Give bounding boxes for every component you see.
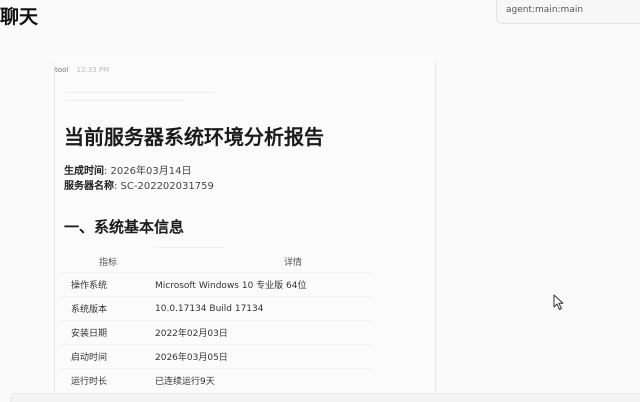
table-row: 操作系统 Microsoft Windows 10 专业版 64位 bbox=[61, 272, 371, 297]
message-card: tool 12:33 PM 当前服务器系统环境分析报告 生成时间: 2026年0… bbox=[54, 62, 436, 392]
table-row: 启动时间 2026年03月05日 bbox=[61, 344, 371, 369]
page-title: 聊天 bbox=[0, 6, 39, 28]
row-value: 2022年02月03日 bbox=[155, 329, 228, 339]
row-label: 系统版本 bbox=[71, 305, 108, 315]
table-row: 安装日期 2022年02月03日 bbox=[61, 320, 371, 345]
row-value: 已连续运行9天 bbox=[155, 377, 215, 387]
message-time: 12:33 PM bbox=[76, 66, 110, 74]
system-info-table: 指标 详情 操作系统 Microsoft Windows 10 专业版 64位 … bbox=[61, 250, 371, 392]
server-name-label: 服务器名称 bbox=[64, 181, 114, 192]
column-header-metric: 指标 bbox=[98, 257, 117, 268]
chat-input-bar[interactable] bbox=[10, 393, 640, 402]
report-title: 当前服务器系统环境分析报告 bbox=[64, 125, 324, 149]
mouse-cursor-icon bbox=[553, 294, 564, 310]
row-label: 安装日期 bbox=[71, 329, 108, 339]
table-row: 运行时长 已连续运行9天 bbox=[61, 368, 371, 393]
divider bbox=[65, 100, 185, 101]
server-name-value: : SC-202202031759 bbox=[114, 181, 214, 192]
generated-time: 生成时间: 2026年03月14日 bbox=[64, 162, 191, 177]
session-selector[interactable]: agent:main:main bbox=[496, 0, 640, 24]
row-value: Microsoft Windows 10 专业版 64位 bbox=[155, 281, 307, 291]
row-value: 10.0.17134 Build 17134 bbox=[155, 303, 264, 314]
message-sender: tool bbox=[55, 66, 69, 74]
table-row: 系统版本 10.0.17134 Build 17134 bbox=[61, 296, 371, 321]
server-name: 服务器名称: SC-202202031759 bbox=[64, 177, 214, 192]
generated-time-label: 生成时间 bbox=[64, 166, 104, 177]
row-value: 2026年03月05日 bbox=[155, 353, 228, 363]
table-header-row: 指标 详情 bbox=[61, 250, 371, 273]
row-label: 运行时长 bbox=[71, 377, 108, 387]
generated-time-value: : 2026年03月14日 bbox=[104, 166, 192, 177]
message-meta: tool 12:33 PM bbox=[55, 66, 109, 74]
divider bbox=[155, 247, 225, 248]
section-title: 一、系统基本信息 bbox=[64, 218, 185, 236]
row-label: 启动时间 bbox=[71, 353, 108, 363]
divider bbox=[65, 92, 215, 93]
column-header-detail: 详情 bbox=[283, 257, 302, 268]
row-label: 操作系统 bbox=[71, 281, 108, 291]
